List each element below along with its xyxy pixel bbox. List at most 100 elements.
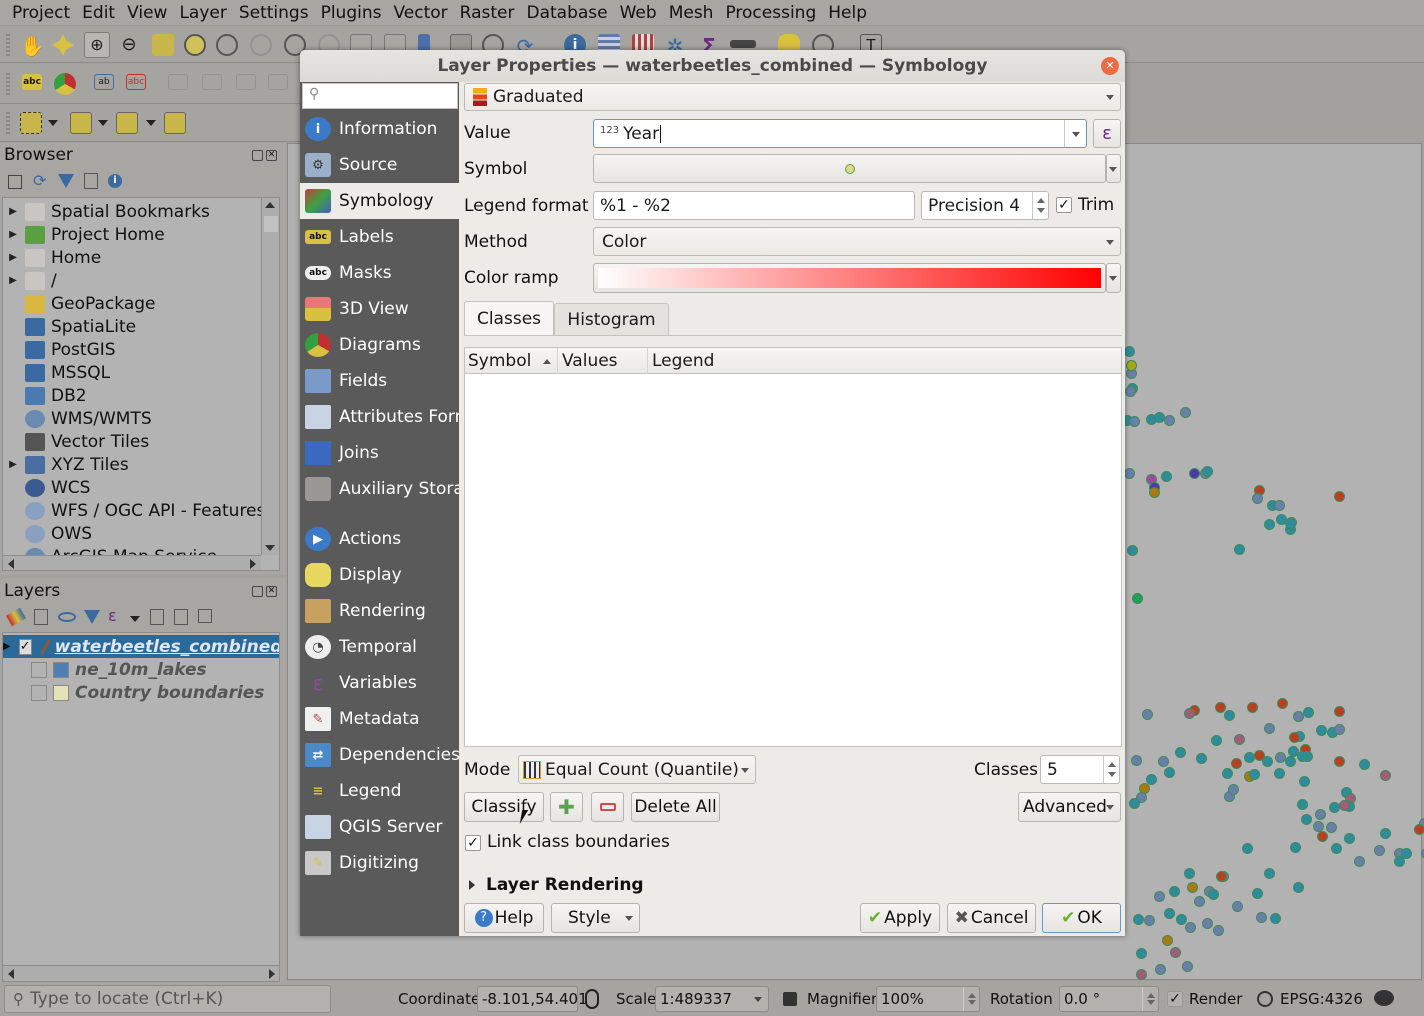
browser-scrollbar-vertical[interactable] xyxy=(261,198,279,555)
sidebar-item-symbology[interactable]: Symbology xyxy=(300,183,459,219)
zoom-to-selection-icon[interactable] xyxy=(184,34,206,56)
filter-legend-icon[interactable] xyxy=(84,610,100,624)
render-checkbox[interactable]: ✓ xyxy=(1167,991,1183,1007)
toolbar-grip[interactable] xyxy=(6,34,10,56)
browser-item[interactable]: MSSQL xyxy=(3,361,110,384)
mode-combo[interactable]: Equal Count (Quantile) xyxy=(518,755,756,784)
advanced-button[interactable]: Advanced xyxy=(1018,792,1121,822)
style-button[interactable]: Style xyxy=(551,903,640,933)
sidebar-item-rendering[interactable]: Rendering xyxy=(300,593,459,629)
sidebar-item-fields[interactable]: Fields xyxy=(300,363,459,399)
menu-raster[interactable]: Raster xyxy=(454,3,521,23)
layer-rendering-section[interactable]: Layer Rendering xyxy=(486,875,644,895)
lock-scale-icon[interactable] xyxy=(783,992,797,1006)
column-header-legend[interactable]: Legend xyxy=(649,348,849,374)
expand-arrow-icon[interactable]: ▶ xyxy=(3,252,23,263)
browser-item[interactable]: GeoPackage xyxy=(3,292,156,315)
add-class-button[interactable]: ✚ xyxy=(550,792,583,822)
deselect-icon[interactable] xyxy=(116,112,138,134)
messages-icon[interactable] xyxy=(1374,990,1394,1006)
crs-globe-icon[interactable] xyxy=(1257,991,1273,1007)
color-ramp-button[interactable] xyxy=(593,263,1106,293)
ok-button[interactable]: ✔ OK xyxy=(1042,903,1121,933)
browser-item[interactable]: SpatiaLite xyxy=(3,315,136,338)
toggle-extents-mouse-icon[interactable] xyxy=(585,989,599,1009)
expand-arrow-icon[interactable]: ▶ xyxy=(3,459,23,470)
rotate-label-icon[interactable] xyxy=(236,74,256,90)
add-selected-layers-icon[interactable] xyxy=(8,175,22,189)
browser-item[interactable]: DB2 xyxy=(3,384,87,407)
method-combo[interactable]: Color xyxy=(593,227,1121,256)
sidebar-item-3d-view[interactable]: 3D View xyxy=(300,291,459,327)
manage-visibility-icon[interactable] xyxy=(58,612,76,622)
link-class-boundaries-checkbox[interactable]: ✓ xyxy=(465,835,481,851)
filter-expression-icon[interactable]: ε xyxy=(108,606,117,625)
expand-arrow-icon[interactable]: ▶ xyxy=(3,275,23,286)
filter-browser-icon[interactable] xyxy=(58,174,74,188)
cancel-button[interactable]: ✖ Cancel xyxy=(947,903,1036,933)
sidebar-item-dependencies[interactable]: ⇄ Dependencies xyxy=(300,737,459,773)
collapse-all-icon[interactable] xyxy=(174,609,188,625)
properties-info-icon[interactable]: i xyxy=(108,174,122,188)
scrollbar-thumb[interactable] xyxy=(264,216,278,232)
legend-format-input[interactable]: %1 - %2 xyxy=(593,191,915,220)
layer-visibility-checkbox[interactable] xyxy=(31,684,47,701)
sidebar-item-masks[interactable]: abc Masks xyxy=(300,255,459,291)
select-by-attribute-icon[interactable] xyxy=(70,112,92,134)
browser-item[interactable]: Vector Tiles xyxy=(3,430,149,453)
menu-settings[interactable]: Settings xyxy=(233,3,315,23)
browser-item[interactable]: ▶ Home xyxy=(3,246,101,269)
sidebar-item-legend[interactable]: ≡ Legend xyxy=(300,773,459,809)
sidebar-item-joins[interactable]: ◀ Joins xyxy=(300,435,459,471)
tab-histogram[interactable]: Histogram xyxy=(554,303,669,336)
move-label-icon[interactable] xyxy=(168,74,188,90)
measure-icon[interactable] xyxy=(730,40,756,48)
scale-combo[interactable]: 1:489337 xyxy=(655,986,769,1012)
rotation-spinbox[interactable]: 0.0 ° xyxy=(1059,986,1159,1012)
show-hide-labels-icon[interactable] xyxy=(202,74,222,90)
classes-spinbox[interactable]: 5 xyxy=(1040,755,1120,784)
select-attr-dropdown-icon[interactable] xyxy=(98,120,108,126)
layer-item[interactable]: ne_10m_lakes xyxy=(3,658,279,681)
menu-view[interactable]: View xyxy=(121,3,173,23)
sidebar-item-digitizing[interactable]: ✎ Digitizing xyxy=(300,845,459,881)
menu-plugins[interactable]: Plugins xyxy=(315,3,388,23)
layer-item[interactable]: Country boundaries xyxy=(3,681,279,704)
menu-project[interactable]: Project xyxy=(6,3,76,23)
zoom-out-icon[interactable]: ⊖ xyxy=(118,34,140,56)
menu-help[interactable]: Help xyxy=(822,3,873,23)
browser-item[interactable]: WMS/WMTS xyxy=(3,407,152,430)
browser-item[interactable]: WCS xyxy=(3,476,90,499)
menu-edit[interactable]: Edit xyxy=(76,3,121,23)
layer-visibility-checkbox[interactable]: ✓ xyxy=(18,638,32,655)
label-settings-icon[interactable]: abc xyxy=(22,74,42,90)
zoom-native-icon[interactable] xyxy=(250,34,272,56)
close-panel-icon[interactable]: ✕ xyxy=(266,150,277,161)
select-dropdown-icon[interactable] xyxy=(48,120,58,126)
browser-item[interactable]: OWS xyxy=(3,522,92,545)
toolbar-grip[interactable] xyxy=(6,73,10,95)
browser-item[interactable]: ▶ Project Home xyxy=(3,223,165,246)
renderer-type-combo[interactable]: Graduated xyxy=(464,83,1121,111)
filter-expression-dropdown-icon[interactable] xyxy=(130,616,140,622)
close-dialog-button[interactable]: ✕ xyxy=(1101,57,1119,75)
style-manager-icon[interactable] xyxy=(6,607,26,627)
expression-builder-button[interactable]: ε xyxy=(1093,119,1121,148)
expand-arrow-icon[interactable]: ▶ xyxy=(3,206,23,217)
browser-item[interactable]: ▶ XYZ Tiles xyxy=(3,453,129,476)
browser-item[interactable]: WFS / OGC API - Features xyxy=(3,499,265,522)
sidebar-item-source[interactable]: ⚙ Source xyxy=(300,147,459,183)
refresh-browser-icon[interactable]: ⟳ xyxy=(33,171,46,190)
collapse-all-icon[interactable] xyxy=(84,173,98,189)
apply-button[interactable]: ✔ Apply xyxy=(860,903,940,933)
sidebar-search-input[interactable]: ⚲ xyxy=(302,83,458,109)
sidebar-item-attributes-form[interactable]: Attributes Form xyxy=(300,399,459,435)
pin-labels-icon[interactable]: ab xyxy=(94,74,114,90)
layer-visibility-checkbox[interactable] xyxy=(31,661,47,678)
float-panel-icon[interactable] xyxy=(252,586,263,597)
remove-class-button[interactable] xyxy=(591,792,624,822)
sidebar-item-temporal[interactable]: ◔ Temporal xyxy=(300,629,459,665)
diagram-icon[interactable] xyxy=(54,73,76,95)
color-ramp-dropdown-button[interactable] xyxy=(1106,263,1121,293)
expand-arrow-icon[interactable]: ▶ xyxy=(3,641,11,652)
